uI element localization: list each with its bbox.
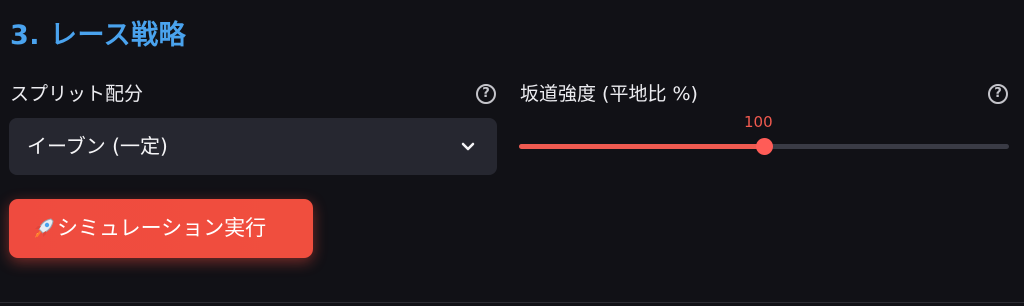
chevron-down-icon: [461, 142, 475, 151]
slope-label: 坂道強度 (平地比 %): [520, 83, 698, 105]
run-simulation-button[interactable]: シミュレーション実行: [9, 199, 313, 258]
slider-value: 100: [744, 113, 773, 131]
rocket-icon: [35, 218, 54, 238]
split-label: スプリット配分: [10, 83, 144, 105]
split-help-icon[interactable]: ?: [476, 84, 496, 104]
split-select[interactable]: イーブン (一定): [9, 118, 497, 175]
section-title: 3. レース戦略: [10, 20, 187, 51]
divider: [0, 302, 1024, 303]
split-select-value: イーブン (一定): [27, 134, 168, 158]
slope-slider-thumb[interactable]: [755, 138, 773, 155]
slope-slider-fill: [519, 144, 764, 149]
race-strategy-section: 3. レース戦略 スプリット配分 ? イーブン (一定) 坂道強度 (平地比 %…: [0, 0, 1024, 306]
run-button-label: シミュレーション実行: [57, 216, 267, 240]
slope-help-icon[interactable]: ?: [988, 84, 1008, 104]
